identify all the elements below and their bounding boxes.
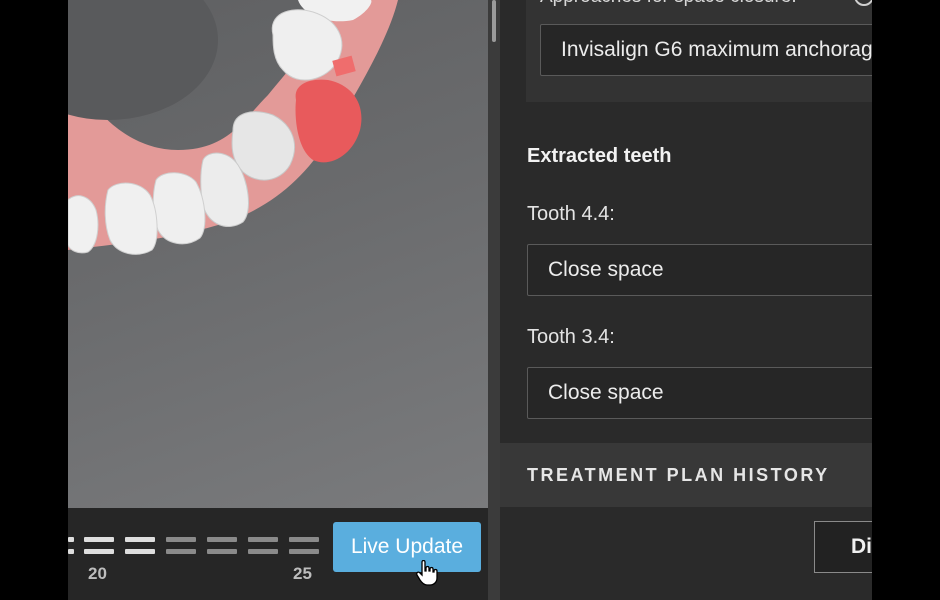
stage-dash[interactable] (248, 549, 278, 554)
treatment-plan-history-label: TREATMENT PLAN HISTORY (527, 465, 830, 485)
panel-divider[interactable] (488, 0, 500, 600)
scrollbar-thumb[interactable] (492, 0, 496, 42)
tooth-4-4-select[interactable]: Close space (527, 244, 872, 296)
extracted-teeth-title: Extracted teeth (527, 145, 672, 167)
stage-dash[interactable] (84, 549, 114, 554)
stage-dash[interactable] (84, 537, 114, 542)
live-update-button[interactable]: Live Update (333, 522, 481, 572)
palate-shadow (68, 0, 218, 120)
stage-dash[interactable] (68, 537, 74, 542)
info-icon[interactable] (854, 0, 872, 6)
stage-dash[interactable] (207, 549, 237, 554)
space-closure-select[interactable]: Invisalign G6 maximum anchorage (540, 24, 872, 76)
stage-dash[interactable] (166, 549, 196, 554)
stage-dash[interactable] (248, 537, 278, 542)
tooth-3-4-label: Tooth 3.4: (527, 326, 615, 348)
tooth-4-4-label: Tooth 4.4: (527, 203, 615, 225)
stage-dash[interactable] (125, 549, 155, 554)
3d-viewport[interactable] (68, 0, 488, 508)
stage-label-25: 25 (293, 564, 312, 583)
space-closure-card: Approaches for space closure: Invisalign… (526, 0, 872, 102)
tooth-3-4-select[interactable]: Close space (527, 367, 872, 419)
dental-arch-model (68, 0, 398, 255)
treatment-settings-panel: Approaches for space closure: Invisalign… (500, 0, 872, 600)
stage-dash[interactable] (289, 537, 319, 542)
letterbox-right (872, 0, 940, 600)
space-closure-label: Approaches for space closure: (540, 0, 797, 8)
stage-dash[interactable] (68, 549, 74, 554)
stage-dash[interactable] (125, 537, 155, 542)
stage-dash[interactable] (289, 549, 319, 554)
stage-dash[interactable] (166, 537, 196, 542)
treatment-plan-history-header[interactable]: TREATMENT PLAN HISTORY (500, 443, 872, 507)
stage-dash[interactable] (207, 537, 237, 542)
partial-action-button[interactable]: Di (814, 521, 872, 573)
tooth-incisor-central (104, 182, 158, 255)
letterbox-left (0, 0, 68, 600)
tooth-incisor-edge (68, 195, 99, 254)
tooth-incisor-lateral (152, 172, 206, 245)
stage-label-20: 20 (88, 564, 107, 583)
hand-pointer-cursor-icon (416, 560, 438, 586)
